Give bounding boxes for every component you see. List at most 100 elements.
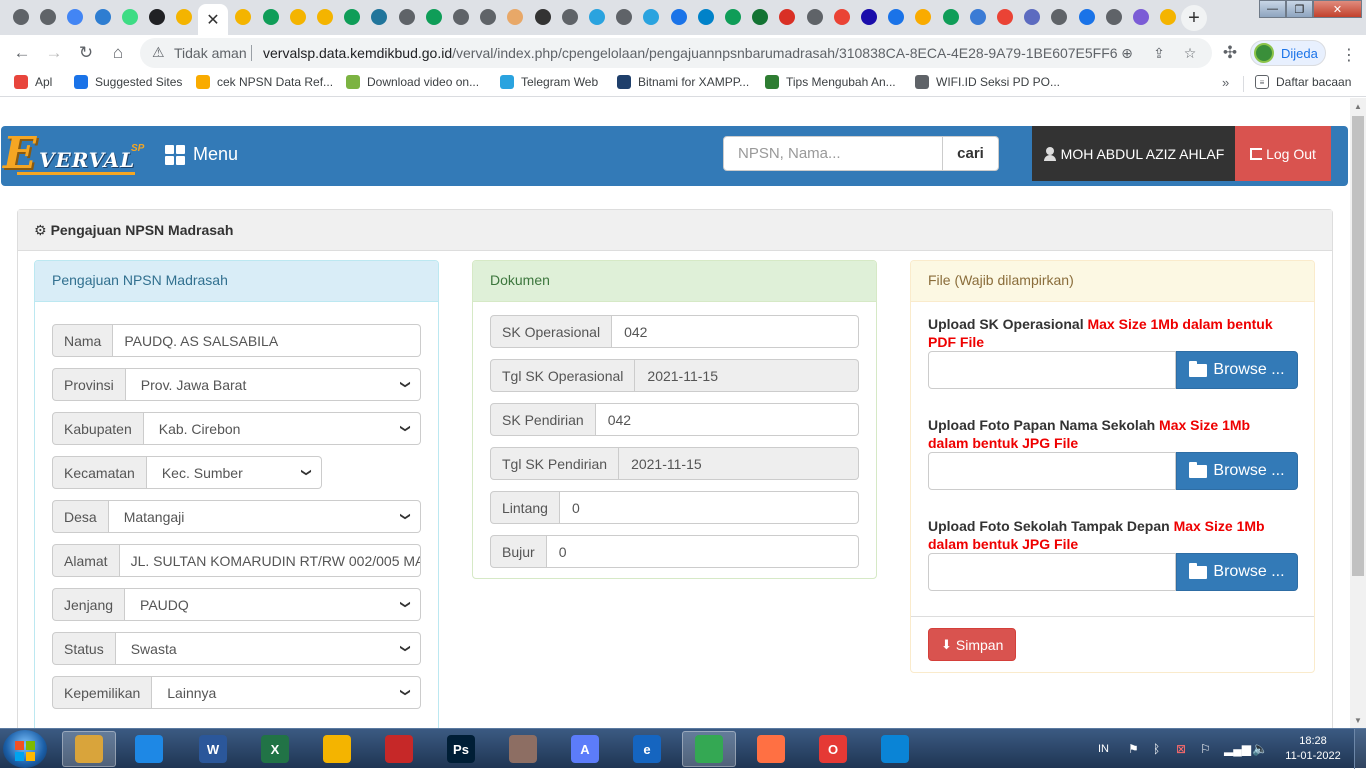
action-center-icon[interactable]: ⚐: [1200, 729, 1211, 769]
address-bar[interactable]: ⚠ Tidak aman vervalsp.data.kemdikbud.go.…: [140, 38, 1212, 68]
select-jenjang[interactable]: PAUDQ ❯: [125, 588, 421, 621]
document-input[interactable]: 0: [559, 491, 859, 524]
show-desktop-button[interactable]: [1354, 729, 1366, 769]
browser-tab[interactable]: [1046, 6, 1072, 28]
browser-tab[interactable]: [502, 6, 528, 28]
browser-tab[interactable]: [693, 6, 719, 28]
bookmark-item[interactable]: Apl: [14, 75, 52, 89]
close-window-button[interactable]: ✕: [1313, 0, 1362, 18]
new-tab-button[interactable]: +: [1181, 5, 1207, 31]
taskbar-app[interactable]: [744, 731, 798, 767]
browser-tab[interactable]: [910, 6, 936, 28]
browser-tab[interactable]: [720, 6, 746, 28]
search-button[interactable]: cari: [943, 136, 999, 171]
select-desa[interactable]: Matangaji ❯: [108, 500, 421, 533]
browser-tab[interactable]: [530, 6, 556, 28]
reading-list-button[interactable]: ≡ Daftar bacaan: [1255, 75, 1351, 89]
minimize-button[interactable]: —: [1259, 0, 1286, 18]
select-kabupaten[interactable]: Kab. Cirebon ❯: [143, 412, 421, 445]
clock[interactable]: 18:28 11-01-2022: [1280, 734, 1346, 764]
browser-tab[interactable]: [258, 6, 284, 28]
taskbar-app[interactable]: [682, 731, 736, 767]
reload-icon[interactable]: ↻: [74, 41, 98, 65]
signal-icon[interactable]: ▂▄▆: [1224, 729, 1251, 769]
zoom-icon[interactable]: ⊕: [1118, 44, 1136, 62]
browser-tab[interactable]: [62, 6, 88, 28]
browser-tab[interactable]: [1101, 6, 1127, 28]
taskbar-app[interactable]: [310, 731, 364, 767]
browser-tab[interactable]: [638, 6, 664, 28]
browser-tab[interactable]: [938, 6, 964, 28]
browser-tab[interactable]: [117, 6, 143, 28]
flag-icon[interactable]: ⚑: [1128, 729, 1139, 769]
scroll-up-icon[interactable]: ▲: [1350, 98, 1366, 114]
browser-tab[interactable]: [285, 6, 311, 28]
taskbar-app[interactable]: [496, 731, 550, 767]
bookmark-item[interactable]: Download video on...: [346, 75, 479, 89]
bookmark-item[interactable]: cek NPSN Data Ref...: [196, 75, 333, 89]
volume-icon[interactable]: 🔈: [1252, 729, 1268, 769]
bookmark-star-icon[interactable]: ☆: [1181, 44, 1199, 62]
browser-tab[interactable]: [774, 6, 800, 28]
url-text[interactable]: vervalsp.data.kemdikbud.go.id/verval/ind…: [263, 45, 1118, 61]
taskbar-app[interactable]: [372, 731, 426, 767]
file-name-field[interactable]: [928, 351, 1176, 389]
network-error-icon[interactable]: ⊠: [1176, 729, 1186, 769]
browser-tab[interactable]: [747, 6, 773, 28]
taskbar-app[interactable]: [868, 731, 922, 767]
browser-tab[interactable]: [8, 6, 34, 28]
maximize-button[interactable]: ❐: [1286, 0, 1313, 18]
search-input[interactable]: [723, 136, 943, 171]
file-name-field[interactable]: [928, 452, 1176, 490]
browser-tab[interactable]: [557, 6, 583, 28]
close-tab-icon[interactable]: ✕: [206, 10, 219, 30]
warning-icon[interactable]: ⚠: [152, 44, 165, 61]
document-input[interactable]: 042: [595, 403, 859, 436]
browser-tab[interactable]: [475, 6, 501, 28]
share-icon[interactable]: ⇪: [1150, 44, 1168, 62]
extensions-icon[interactable]: ✣: [1218, 41, 1242, 65]
bookmark-item[interactable]: WIFI.ID Seksi PD PO...: [915, 75, 1060, 89]
more-menu-icon[interactable]: ⋮: [1341, 45, 1357, 65]
browser-tab[interactable]: [1019, 6, 1045, 28]
browser-tab[interactable]: [339, 6, 365, 28]
scroll-thumb[interactable]: [1352, 116, 1364, 576]
select-provinsi[interactable]: Prov. Jawa Barat ❯: [125, 368, 421, 401]
browser-tab[interactable]: [666, 6, 692, 28]
browser-tab[interactable]: [171, 6, 197, 28]
taskbar-app[interactable]: [62, 731, 116, 767]
language-indicator[interactable]: IN: [1098, 729, 1109, 769]
taskbar-app[interactable]: X: [248, 731, 302, 767]
browser-tab[interactable]: [802, 6, 828, 28]
browser-tab[interactable]: [1128, 6, 1154, 28]
browser-tab[interactable]: [584, 6, 610, 28]
browse-button[interactable]: Browse ...: [1176, 351, 1298, 389]
browser-tab[interactable]: [35, 6, 61, 28]
taskbar-app[interactable]: [122, 731, 176, 767]
document-input[interactable]: 0: [546, 535, 859, 568]
browser-tab[interactable]: [421, 6, 447, 28]
document-input[interactable]: 042: [612, 315, 859, 348]
bookmark-item[interactable]: Tips Mengubah An...: [765, 75, 896, 89]
taskbar-app[interactable]: A: [558, 731, 612, 767]
taskbar-app[interactable]: Ps: [434, 731, 488, 767]
everval-logo[interactable]: E VERVAL SP: [3, 130, 153, 182]
browser-tab[interactable]: [366, 6, 392, 28]
user-profile-button[interactable]: MOH ABDUL AZIZ AHLAF: [1032, 126, 1235, 181]
browser-tab[interactable]: [448, 6, 474, 28]
browser-tab[interactable]: [829, 6, 855, 28]
home-icon[interactable]: ⌂: [106, 41, 130, 65]
back-icon[interactable]: ←: [10, 41, 34, 65]
start-button[interactable]: [3, 730, 47, 768]
browser-tab[interactable]: [394, 6, 420, 28]
bookmark-item[interactable]: Bitnami for XAMPP...: [617, 75, 749, 89]
page-scrollbar[interactable]: ▲ ▼: [1350, 98, 1366, 728]
forward-icon[interactable]: →: [42, 41, 66, 65]
bookmark-item[interactable]: Suggested Sites: [74, 75, 182, 89]
menu-button[interactable]: Menu: [165, 144, 238, 165]
browser-tab[interactable]: [144, 6, 170, 28]
active-tab[interactable]: ✕: [198, 4, 228, 35]
browse-button[interactable]: Browse ...: [1176, 452, 1298, 490]
input-nama[interactable]: PAUDQ. AS SALSABILA: [113, 324, 421, 357]
logout-button[interactable]: Log Out: [1235, 126, 1331, 181]
